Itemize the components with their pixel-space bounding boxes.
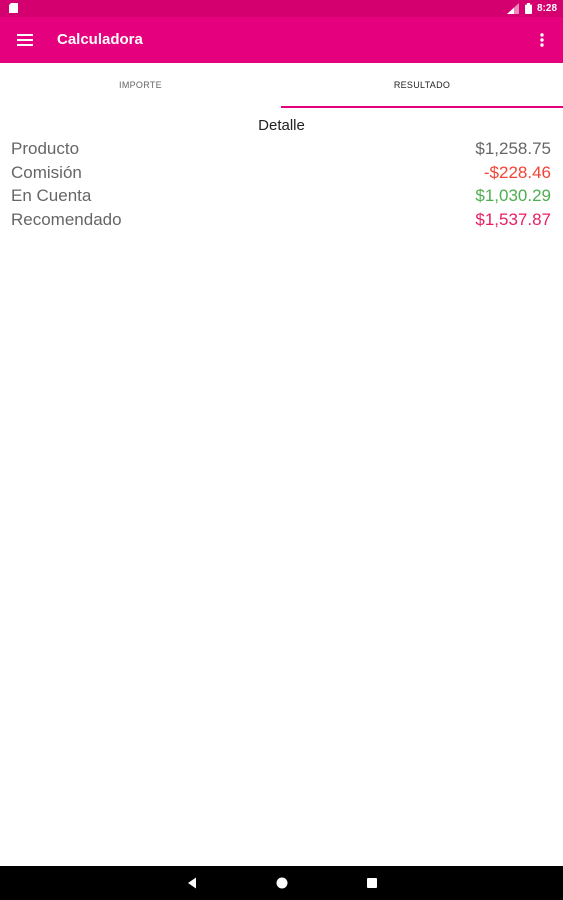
row-comision: Comisión -$228.46 bbox=[11, 162, 551, 186]
row-label: En Cuenta bbox=[11, 186, 92, 205]
app-title: Calculadora bbox=[57, 31, 143, 48]
row-value: -$228.46 bbox=[483, 162, 551, 182]
recents-icon[interactable] bbox=[365, 876, 379, 890]
row-en-cuenta: En Cuenta $1,030.29 bbox=[11, 185, 551, 209]
row-label: Recomendado bbox=[11, 209, 122, 229]
row-recomendado: Recomendado $1,537.87 bbox=[11, 209, 551, 233]
row-label: Comisión bbox=[11, 162, 82, 182]
status-bar: 8:28 bbox=[0, 0, 563, 17]
tab-indicator bbox=[281, 106, 563, 108]
status-clock: 8:28 bbox=[537, 3, 558, 14]
app-bar: Calculadora bbox=[0, 17, 563, 63]
row-value: $1,537.87 bbox=[475, 209, 551, 229]
row-label: Producto bbox=[11, 139, 80, 158]
tab-resultado[interactable]: RESULTADO bbox=[281, 63, 563, 107]
battery-icon bbox=[525, 3, 532, 14]
home-icon[interactable] bbox=[275, 876, 289, 890]
navigation-bar bbox=[0, 866, 563, 900]
tab-importe[interactable]: IMPORTE bbox=[0, 63, 281, 107]
signal-icon bbox=[507, 3, 519, 14]
row-value: $1,258.75 bbox=[475, 139, 551, 158]
tab-bar: IMPORTE RESULTADO bbox=[0, 63, 563, 107]
row-producto: Producto $1,258.75 bbox=[11, 138, 551, 162]
sd-card-icon bbox=[9, 3, 18, 13]
detail-list: Producto $1,258.75 Comisión -$228.46 En … bbox=[11, 138, 551, 232]
back-icon[interactable] bbox=[185, 876, 199, 890]
menu-icon[interactable] bbox=[17, 33, 33, 47]
more-vert-icon[interactable] bbox=[535, 31, 549, 49]
row-value: $1,030.29 bbox=[475, 186, 551, 205]
detail-title: Detalle bbox=[258, 117, 305, 134]
